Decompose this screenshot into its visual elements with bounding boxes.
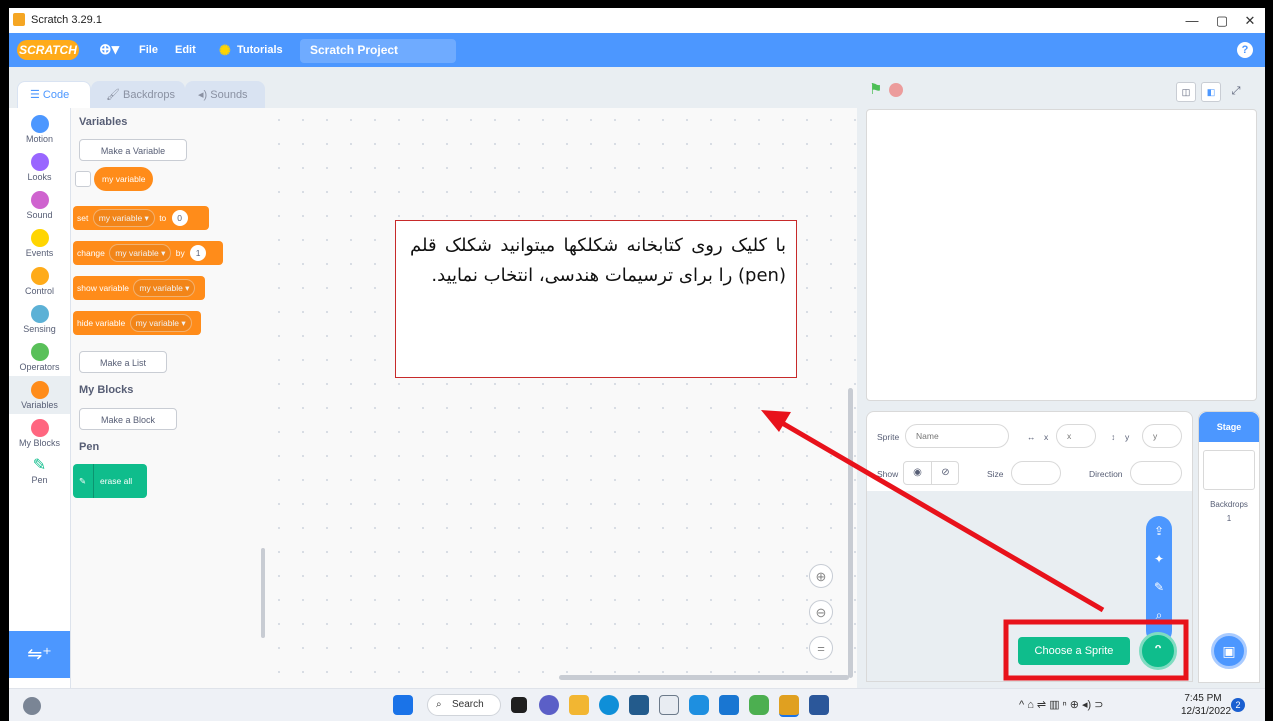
start-icon[interactable] [393, 695, 413, 715]
annotation-arrow-line [775, 417, 1105, 613]
scratch-window: Scratch 3.29.1 — ▢ ✕ SCRATCH ⊕▾ File Edi… [9, 8, 1265, 721]
task-view-icon[interactable] [511, 697, 527, 713]
taskbar-search[interactable]: ⌕ Search [427, 694, 501, 716]
word-icon[interactable] [809, 695, 829, 715]
highlight-box [1003, 619, 1189, 681]
tray-icons[interactable]: ^ ⌂ ⇌ ▥ ⁿ ⊕ ◂) ⊃ [1019, 698, 1103, 711]
store-icon[interactable] [629, 695, 649, 715]
annotation-overlay [761, 410, 1189, 681]
taskbar: ⌕ Search ^ ⌂ ⇌ ▥ ⁿ ⊕ ◂) ⊃ 7:45 PM 12/31/2… [9, 688, 1265, 721]
clock[interactable]: 7:45 PM 12/31/2022 [1181, 692, 1232, 718]
app-icon-3[interactable] [719, 695, 739, 715]
search-icon: ⌕ [436, 699, 442, 710]
chat-icon[interactable] [539, 695, 559, 715]
file-explorer-icon[interactable] [569, 695, 589, 715]
time: 7:45 PM [1184, 693, 1222, 704]
scratch-taskbar-icon[interactable] [779, 695, 799, 717]
edge-icon[interactable] [599, 695, 619, 715]
app-icon-2[interactable] [689, 695, 709, 715]
app-icon-1[interactable] [659, 695, 679, 715]
date: 12/31/2022 [1181, 706, 1232, 717]
annotation-arrowhead [761, 410, 791, 432]
app-icon-4[interactable] [749, 695, 769, 715]
notification-badge[interactable]: 2 [1231, 698, 1245, 712]
weather-icon[interactable] [23, 697, 41, 715]
